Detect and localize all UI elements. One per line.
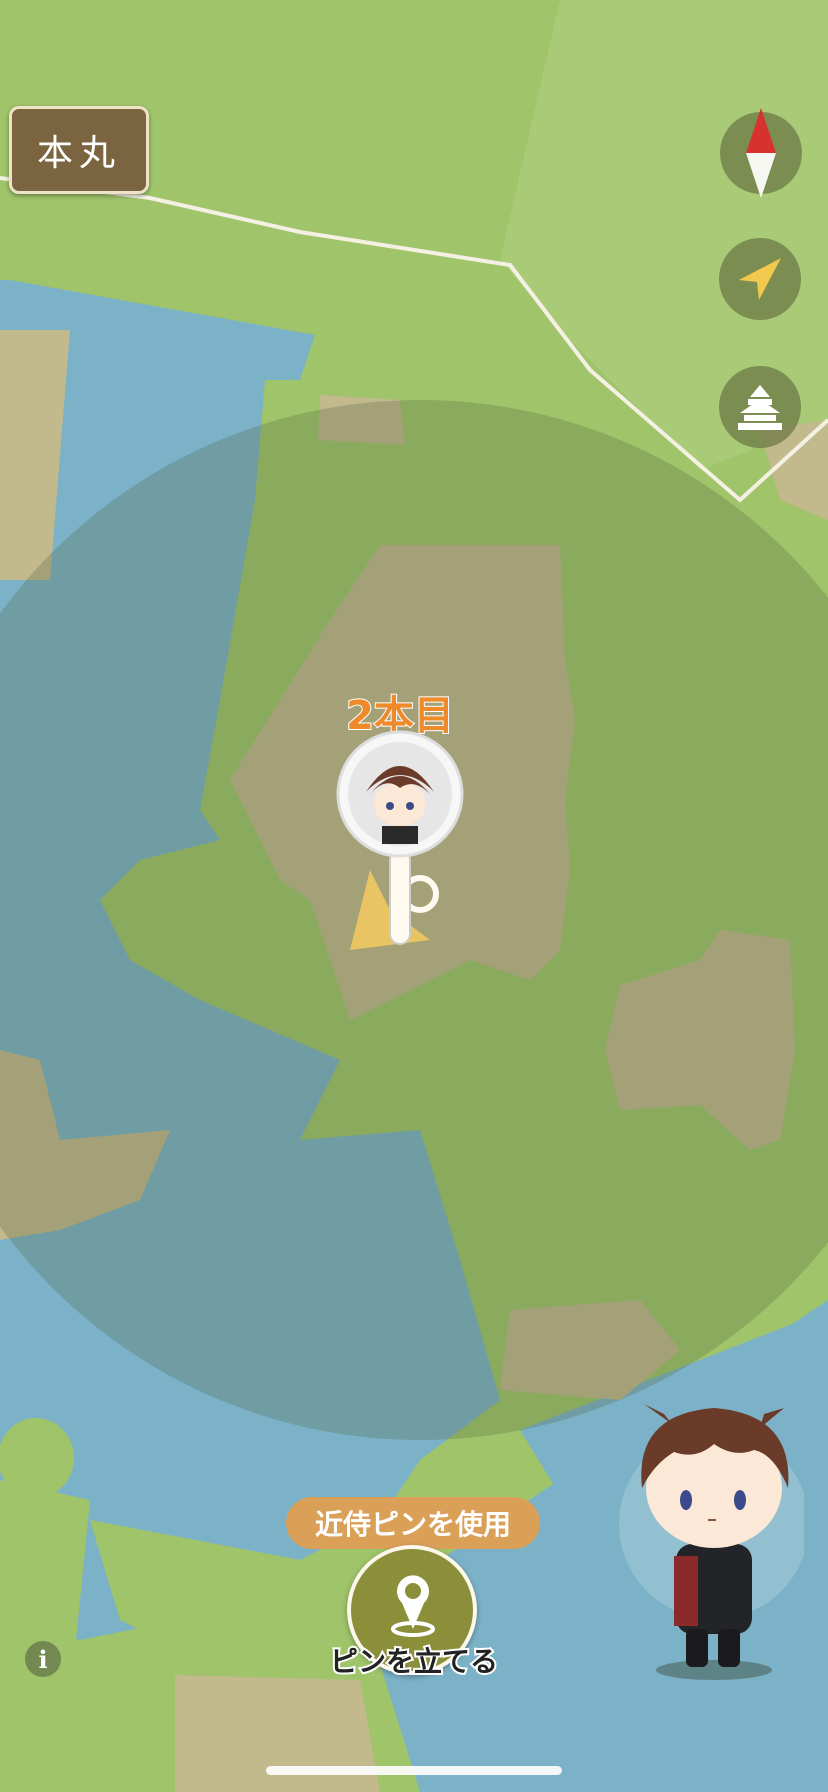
compass-icon	[746, 108, 776, 198]
place-pin-label: ピンを立てる	[328, 1643, 500, 1680]
character-avatar[interactable]	[604, 1394, 804, 1684]
home-button[interactable]: 本丸	[9, 106, 149, 194]
map-pin-icon	[391, 1575, 435, 1637]
info-button[interactable]: i	[25, 1641, 61, 1677]
castle-button[interactable]	[719, 366, 801, 448]
compass-button[interactable]	[720, 108, 802, 198]
use-attendant-pin-button[interactable]: 近侍ピンを使用	[286, 1497, 540, 1561]
home-indicator	[266, 1766, 562, 1775]
locate-button[interactable]	[719, 238, 801, 320]
location-arrow-icon	[739, 258, 781, 300]
character-pin-icon[interactable]	[330, 730, 470, 960]
castle-icon	[738, 385, 782, 430]
